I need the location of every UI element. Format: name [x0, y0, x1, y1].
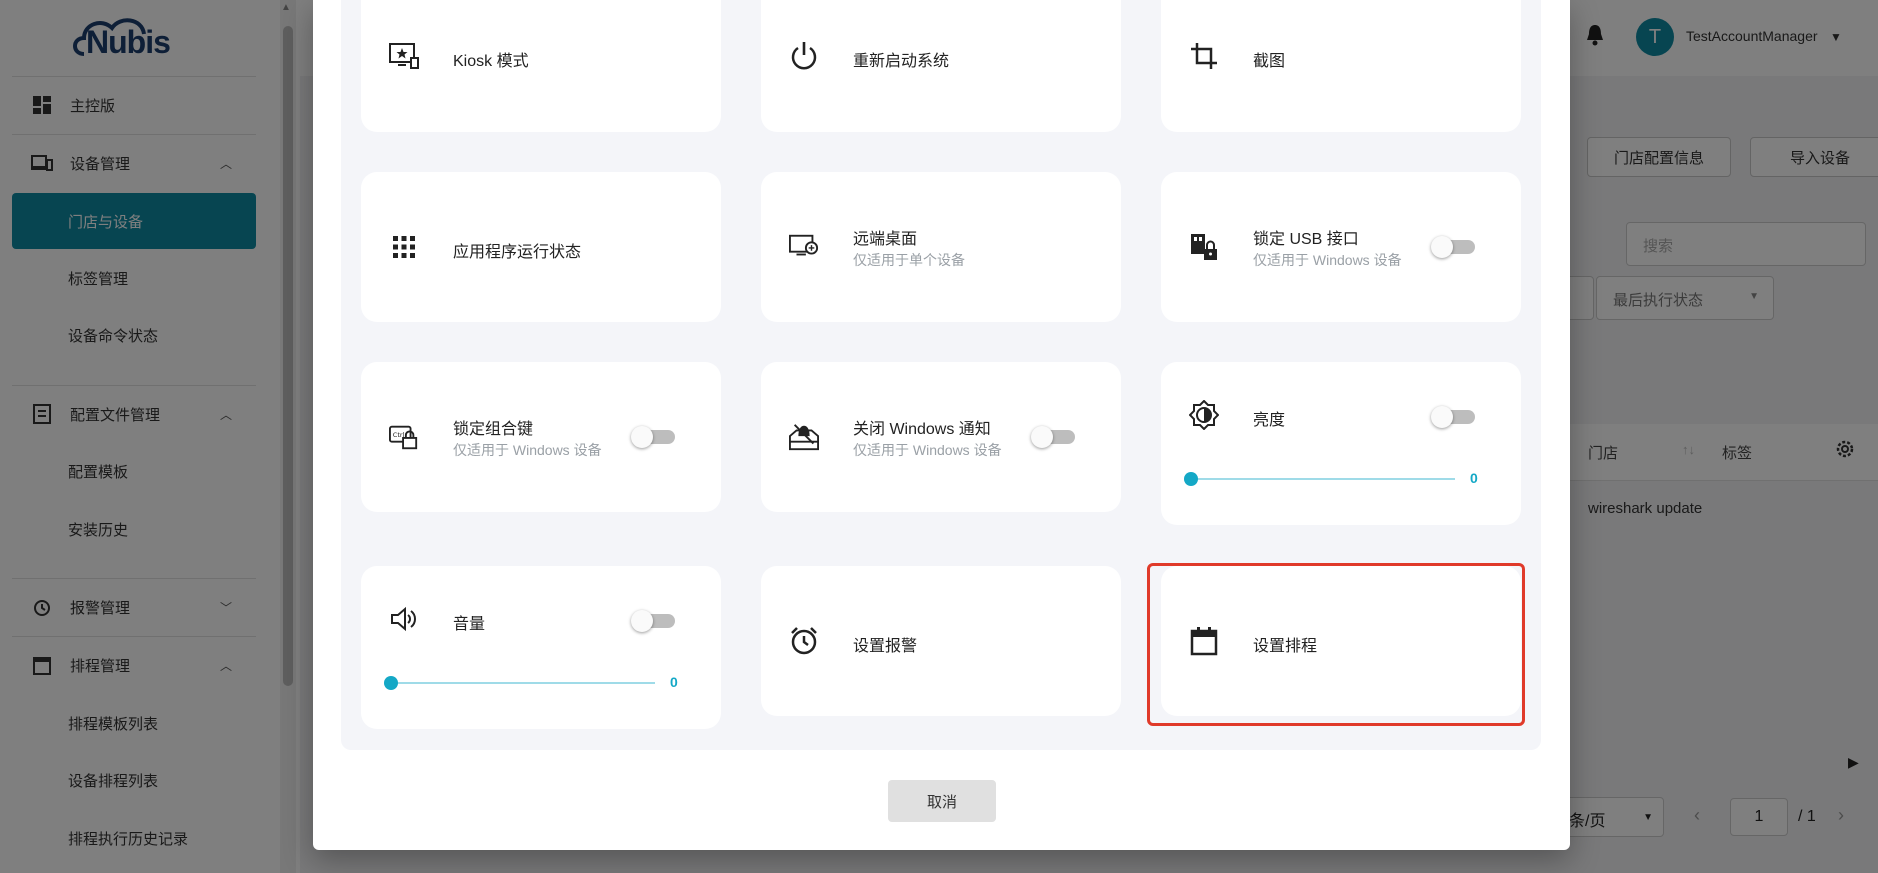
crop-icon: [1189, 41, 1219, 71]
lock-key-combo-card: Ctrl 锁定组合键 仅适用于 Windows 设备: [361, 362, 721, 512]
app-status-card[interactable]: 应用程序运行状态: [361, 172, 721, 322]
card-title: 锁定 USB 接口: [1253, 231, 1359, 248]
lock-usb-card: 锁定 USB 接口 仅适用于 Windows 设备: [1161, 172, 1521, 322]
power-icon: [789, 41, 819, 71]
card-subtitle: 仅适用于 Windows 设备: [1253, 252, 1402, 268]
card-subtitle: 仅适用于单个设备: [853, 252, 965, 268]
card-title: 应用程序运行状态: [453, 244, 582, 261]
volume-card: 音量 0: [361, 566, 721, 729]
slider-thumb[interactable]: [1184, 472, 1198, 486]
card-title: 锁定组合键: [453, 421, 534, 438]
card-title: 关闭 Windows 通知: [853, 421, 991, 438]
alarm-clock-icon: [789, 626, 819, 656]
card-title: 音量: [453, 616, 486, 633]
card-title: 远端桌面: [853, 231, 918, 248]
card-subtitle: 仅适用于 Windows 设备: [453, 442, 602, 458]
remote-desktop-icon: [789, 232, 819, 262]
card-title: 截图: [1253, 53, 1286, 70]
screenshot-card[interactable]: 截图: [1161, 0, 1521, 132]
lock-usb-toggle[interactable]: [1431, 236, 1475, 258]
cancel-button[interactable]: 取消: [888, 780, 996, 822]
brightness-toggle[interactable]: [1431, 406, 1475, 428]
restart-system-card[interactable]: 重新启动系统: [761, 0, 1121, 132]
brightness-slider[interactable]: [1184, 469, 1455, 489]
slider-thumb[interactable]: [384, 676, 398, 690]
disable-notifications-toggle[interactable]: [1031, 426, 1075, 448]
card-title: 设置报警: [853, 638, 918, 655]
card-title: 亮度: [1253, 412, 1286, 429]
kiosk-mode-card[interactable]: Kiosk 模式: [361, 0, 721, 132]
brightness-card: 亮度 0: [1161, 362, 1521, 525]
brightness-icon: [1189, 400, 1219, 430]
keyboard-lock-icon: Ctrl: [389, 422, 419, 452]
disable-notifications-card: 关闭 Windows 通知 仅适用于 Windows 设备: [761, 362, 1121, 512]
card-subtitle: 仅适用于 Windows 设备: [853, 442, 1002, 458]
card-title: 重新启动系统: [853, 53, 950, 70]
kiosk-monitor-icon: [389, 41, 419, 71]
remote-desktop-card[interactable]: 远端桌面 仅适用于单个设备: [761, 172, 1121, 322]
set-alarm-card[interactable]: 设置报警: [761, 566, 1121, 716]
volume-slider[interactable]: [384, 673, 655, 693]
brightness-value: 0: [1470, 470, 1478, 486]
usb-lock-icon: [1189, 232, 1219, 262]
lock-key-combo-toggle[interactable]: [631, 426, 675, 448]
notification-off-icon: [789, 422, 819, 452]
card-title: Kiosk 模式: [453, 53, 529, 70]
apps-grid-icon: [389, 232, 419, 262]
volume-icon: [389, 604, 419, 634]
volume-toggle[interactable]: [631, 610, 675, 632]
volume-value: 0: [670, 674, 678, 690]
highlight-box: [1147, 563, 1525, 726]
